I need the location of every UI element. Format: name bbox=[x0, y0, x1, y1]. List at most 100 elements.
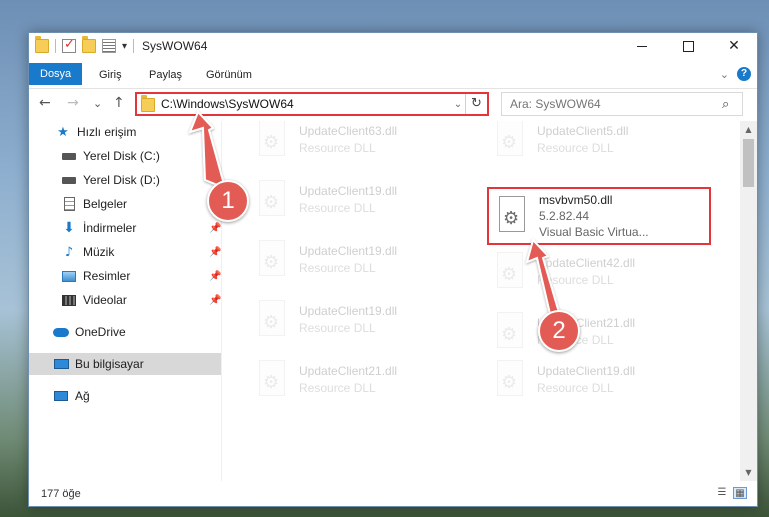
details-view-icon[interactable]: ☰ bbox=[715, 487, 729, 499]
dll-file-icon: ⚙ bbox=[255, 180, 289, 220]
new-folder-icon[interactable] bbox=[82, 36, 96, 53]
pin-icon[interactable]: 📌 bbox=[209, 223, 221, 234]
pictures-icon bbox=[61, 269, 77, 283]
file-item[interactable]: ⚙ UpdateClient19.dll Resource DLL bbox=[249, 295, 473, 345]
explorer-window: ▾ SysWOW64 ✕ Dosya Giriş Paylaş Görünüm … bbox=[28, 32, 758, 507]
properties-list-icon[interactable] bbox=[102, 39, 116, 53]
search-icon[interactable]: ⌕ bbox=[722, 97, 742, 112]
pin-icon[interactable]: 📌 bbox=[209, 295, 221, 306]
address-bar[interactable]: C:\Windows\SysWOW64 ⌄ ↻ bbox=[135, 92, 489, 116]
properties-check-icon[interactable] bbox=[62, 37, 76, 53]
search-box[interactable]: ⌕ bbox=[501, 92, 743, 116]
sidebar-item-label: Videolar bbox=[83, 293, 127, 307]
up-button[interactable]: ↑ bbox=[113, 95, 125, 111]
pin-icon[interactable]: 📌 bbox=[209, 271, 221, 282]
customize-toolbar-dropdown-icon[interactable]: ▾ bbox=[122, 41, 127, 52]
navigation-pane: ★ Hızlı erişim Yerel Disk (C:) Yerel Dis… bbox=[29, 121, 221, 481]
address-dropdown-icon[interactable]: ⌄ bbox=[451, 99, 465, 110]
file-item[interactable]: ⚙ UpdateClient42.dll Resource DLL bbox=[487, 247, 711, 297]
file-description: Resource DLL bbox=[537, 141, 614, 155]
scroll-up-icon[interactable]: ▲ bbox=[740, 121, 757, 138]
sidebar-item-label: Bu bilgisayar bbox=[75, 357, 144, 371]
search-input[interactable] bbox=[510, 97, 722, 111]
sidebar-item-pictures[interactable]: Resimler 📌 bbox=[29, 265, 221, 287]
forward-button[interactable]: → bbox=[67, 95, 79, 111]
step-badge-2: 2 bbox=[538, 310, 580, 352]
file-name: msvbvm50.dll bbox=[539, 193, 613, 207]
view-toggles: ☰ ▦ bbox=[715, 487, 747, 499]
help-icon[interactable]: ? bbox=[737, 67, 751, 81]
drive-icon bbox=[61, 149, 77, 163]
dll-file-icon: ⚙ bbox=[255, 300, 289, 340]
recent-locations-dropdown[interactable]: ⌄ bbox=[93, 97, 102, 110]
sidebar-item-label: Resimler bbox=[83, 269, 131, 283]
file-version: 5.2.82.44 bbox=[539, 209, 590, 223]
dll-file-icon: ⚙ bbox=[493, 360, 527, 400]
tab-dosya[interactable]: Dosya bbox=[29, 63, 83, 85]
refresh-button[interactable]: ↻ bbox=[465, 94, 487, 114]
file-item[interactable]: ⚙ UpdateClient19.dll Resource DLL bbox=[487, 355, 711, 405]
file-name: UpdateClient19.dll bbox=[299, 304, 398, 318]
ribbon: Dosya Giriş Paylaş Görünüm ⌄ ? bbox=[29, 59, 757, 89]
sidebar-item-local-disk-d[interactable]: Yerel Disk (D:) bbox=[29, 169, 221, 191]
file-item[interactable]: ⚙ UpdateClient63.dll Resource DLL bbox=[249, 121, 473, 165]
file-item[interactable]: ⚙ UpdateClient19.dll Resource DLL bbox=[249, 235, 473, 285]
address-text[interactable]: C:\Windows\SysWOW64 bbox=[161, 97, 451, 111]
file-item[interactable]: ⚙ UpdateClient21.dllResource DLL bbox=[487, 307, 711, 357]
file-item[interactable]: ⚙ UpdateClient19.dll Resource DLL bbox=[249, 175, 473, 225]
file-description: Resource DLL bbox=[537, 273, 614, 287]
file-description: Resource DLL bbox=[537, 381, 614, 395]
sidebar-item-this-pc[interactable]: Bu bilgisayar bbox=[29, 353, 221, 375]
sidebar-item-label: Hızlı erişim bbox=[77, 125, 137, 139]
dll-file-icon: ⚙ bbox=[493, 252, 527, 292]
toolbar-divider bbox=[55, 39, 56, 53]
window-title: SysWOW64 bbox=[142, 39, 208, 53]
close-button[interactable]: ✕ bbox=[711, 33, 757, 59]
scrollbar-thumb[interactable] bbox=[743, 139, 754, 187]
videos-icon bbox=[61, 293, 77, 307]
sidebar-item-network[interactable]: Ağ bbox=[29, 385, 221, 407]
pin-icon[interactable]: 📌 bbox=[209, 247, 221, 258]
sidebar-item-label: Ağ bbox=[75, 389, 90, 403]
maximize-button[interactable] bbox=[665, 33, 711, 59]
tab-paylas[interactable]: Paylaş bbox=[147, 64, 184, 86]
file-item[interactable]: ⚙ UpdateClient21.dllResource DLL bbox=[249, 355, 473, 405]
file-name: UpdateClient63.dll bbox=[299, 124, 398, 138]
dll-file-icon: ⚙ bbox=[255, 360, 289, 400]
folder-icon bbox=[141, 95, 155, 112]
tab-gorunum[interactable]: Görünüm bbox=[204, 64, 254, 86]
folder-icon bbox=[35, 36, 49, 53]
pane-divider[interactable] bbox=[221, 121, 222, 481]
sidebar-item-label: Yerel Disk (D:) bbox=[83, 173, 160, 187]
tiles-view-icon[interactable]: ▦ bbox=[733, 487, 747, 499]
toolbar-divider bbox=[133, 39, 135, 53]
sidebar-item-onedrive[interactable]: OneDrive bbox=[29, 321, 221, 343]
file-description: Resource DLL bbox=[299, 141, 376, 155]
quick-access-toolbar: ▾ SysWOW64 bbox=[35, 36, 208, 55]
sidebar-item-label: Belgeler bbox=[83, 197, 128, 211]
sidebar-item-label: Müzik bbox=[83, 245, 115, 259]
downloads-icon: ⬇ bbox=[63, 220, 75, 236]
file-item-msvbvm50[interactable]: ⚙ msvbvm50.dll 5.2.82.44 Visual Basic Virt… bbox=[487, 187, 711, 245]
dll-file-icon: ⚙ bbox=[255, 240, 289, 280]
sidebar-item-videos[interactable]: Videolar 📌 bbox=[29, 289, 221, 311]
dll-file-icon: ⚙ bbox=[255, 121, 289, 160]
scroll-down-icon[interactable]: ▼ bbox=[740, 464, 757, 481]
sidebar-item-quick-access[interactable]: ★ Hızlı erişim bbox=[29, 121, 221, 143]
sidebar-item-documents[interactable]: Belgeler 📌 bbox=[29, 193, 221, 215]
sidebar-item-music[interactable]: ♪ Müzik 📌 bbox=[29, 241, 222, 263]
vertical-scrollbar[interactable]: ▲ ▼ bbox=[740, 121, 757, 481]
file-name: UpdateClient42.dll bbox=[537, 256, 636, 270]
minimize-button[interactable] bbox=[619, 33, 665, 59]
tab-giris[interactable]: Giriş bbox=[97, 64, 124, 86]
file-description: Resource DLL bbox=[299, 201, 376, 215]
back-button[interactable]: ← bbox=[39, 95, 51, 111]
documents-icon bbox=[61, 197, 77, 211]
this-pc-icon bbox=[53, 357, 69, 371]
sidebar-item-downloads[interactable]: ⬇ İndirmeler 📌 bbox=[29, 217, 221, 239]
file-item[interactable]: ⚙ UpdateClient5.dll Resource DLL bbox=[487, 121, 711, 165]
sidebar-item-local-disk-c[interactable]: Yerel Disk (C:) bbox=[29, 145, 221, 167]
file-name: UpdateClient5.dll bbox=[537, 124, 629, 138]
collapse-ribbon-icon[interactable]: ⌄ bbox=[720, 68, 729, 81]
dll-file-icon: ⚙ bbox=[493, 312, 527, 352]
